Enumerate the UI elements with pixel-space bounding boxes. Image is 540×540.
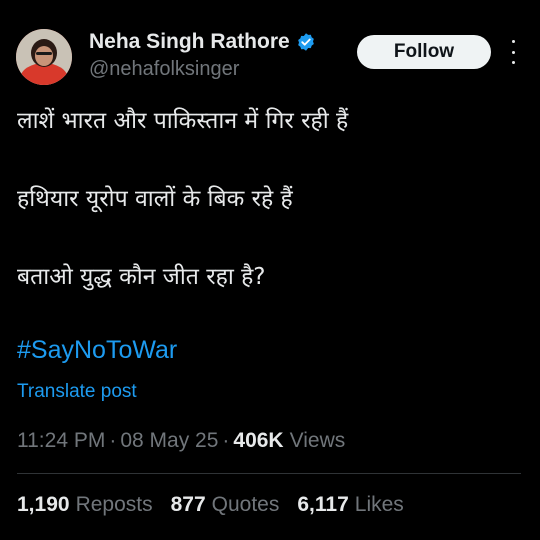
profile-photo [16, 29, 72, 85]
views-label[interactable]: Views [290, 429, 346, 453]
quotes-label[interactable]: Quotes [212, 493, 280, 517]
tweet-text-line-1: लाशें भारत और पाकिस्तान में गिर रही हैं [17, 108, 349, 134]
author-handle[interactable]: @nehafolksinger [89, 58, 239, 81]
tweet-text-line-2: हथियार यूरोप वालों के बिक रहे हैं [17, 186, 293, 212]
tweet-date[interactable]: 08 May 25 [120, 429, 218, 453]
likes-label[interactable]: Likes [355, 493, 404, 517]
tweet-meta: 11:24 PM · 08 May 25 · 406K Views [17, 429, 345, 453]
tweet-text-line-3: बताओ युद्ध कौन जीत रहा है? [17, 264, 266, 290]
meta-separator: · [222, 429, 230, 452]
translate-post-link[interactable]: Translate post [17, 381, 137, 403]
meta-separator: · [109, 429, 117, 452]
engagement-stats: 1,190 Reposts 877 Quotes 6,117 Likes [17, 493, 422, 517]
tweet-time[interactable]: 11:24 PM [17, 429, 105, 453]
hashtag-link[interactable]: #SayNoToWar [17, 336, 177, 365]
more-options-icon[interactable] [506, 40, 520, 64]
avatar[interactable] [16, 29, 72, 85]
likes-count[interactable]: 6,117 [297, 493, 348, 517]
follow-button[interactable]: Follow [357, 35, 491, 69]
reposts-count[interactable]: 1,190 [17, 493, 70, 517]
author-name-row: Neha Singh Rathore [89, 30, 316, 54]
views-count[interactable]: 406K [233, 429, 283, 453]
reposts-label[interactable]: Reposts [76, 493, 153, 517]
quotes-count[interactable]: 877 [171, 493, 206, 517]
divider [17, 473, 521, 474]
author-name[interactable]: Neha Singh Rathore [89, 30, 290, 54]
verified-badge-icon[interactable] [296, 32, 316, 52]
